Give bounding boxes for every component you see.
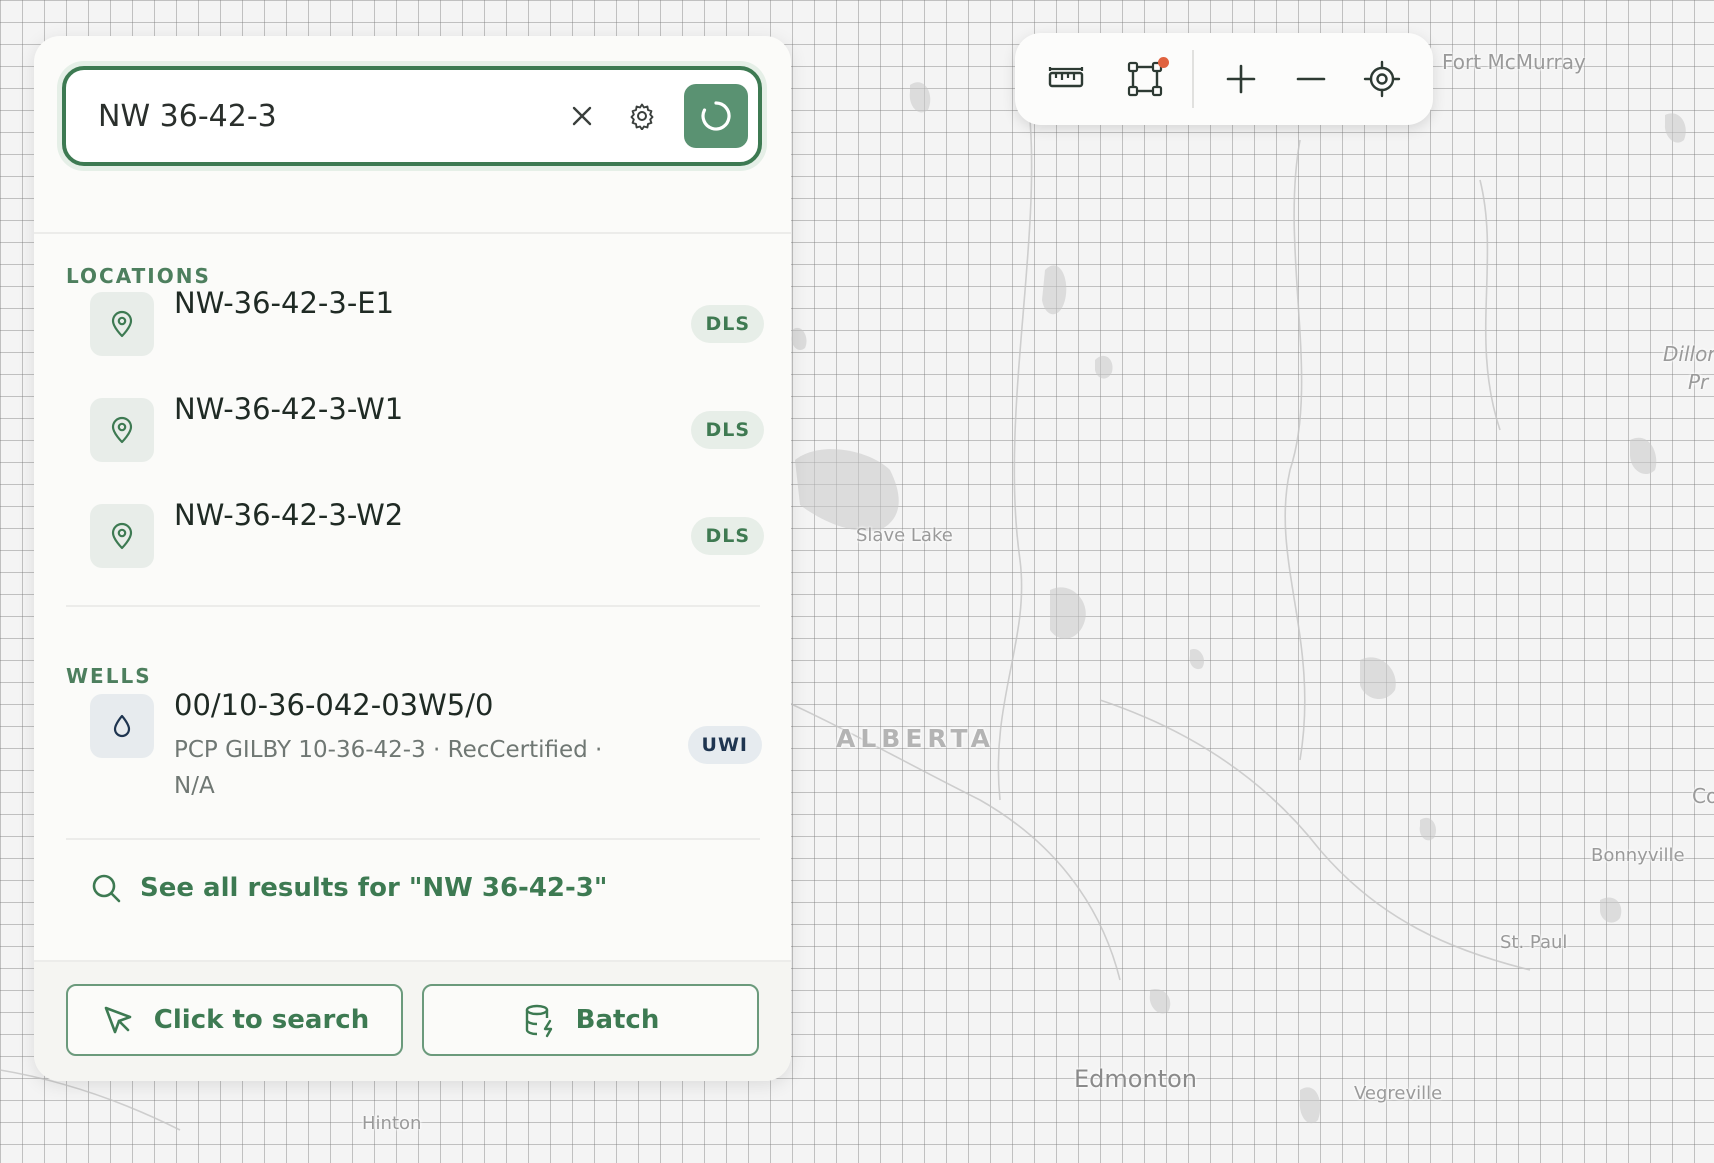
location-result-title: NW-36-42-3-W1 <box>174 392 404 426</box>
section-divider <box>66 605 760 607</box>
zoom-out-button[interactable] <box>1280 47 1342 111</box>
location-type-badge: DLS <box>691 305 764 343</box>
panel-divider <box>34 232 791 234</box>
location-type-badge: DLS <box>691 411 764 449</box>
location-type-badge: DLS <box>691 517 764 555</box>
draw-polygon-button[interactable] <box>1113 47 1175 111</box>
map-label-hinton: Hinton <box>362 1113 422 1134</box>
map-label-st-paul: St. Paul <box>1500 932 1568 953</box>
locate-button[interactable] <box>1351 47 1413 111</box>
database-bolt-icon <box>525 1004 552 1038</box>
search-settings-button[interactable] <box>612 86 672 146</box>
section-divider <box>66 838 760 840</box>
map-label-bonnyville: Bonnyville <box>1591 845 1685 866</box>
location-result-title: NW-36-42-3-W2 <box>174 498 404 532</box>
location-result-3[interactable]: NW-36-42-3-W2 DLS <box>90 498 770 568</box>
map-label-co: Co <box>1692 784 1714 808</box>
map-toolbar <box>1015 33 1433 125</box>
locate-icon <box>1363 60 1400 98</box>
map-label-dillon-pr: Pr <box>1688 370 1709 394</box>
map-label-vegreville: Vegreville <box>1354 1083 1443 1104</box>
well-result-icon <box>90 694 154 758</box>
well-type-badge: UWI <box>687 726 762 764</box>
search-panel: LOCATIONS NW-36-42-3-E1 DLS NW-36-42-3-W… <box>34 36 791 1081</box>
click-to-search-label: Click to search <box>153 1005 370 1035</box>
location-result-icon <box>90 398 154 462</box>
wells-section-title: WELLS <box>66 664 152 688</box>
map-label-edmonton: Edmonton <box>1074 1065 1197 1093</box>
map-pin-icon <box>111 522 133 550</box>
zoom-out-icon <box>1297 77 1326 81</box>
well-result-subtitle: PCP GILBY 10-36-42-3 · RecCertified · N/… <box>174 737 603 799</box>
map-pin-icon <box>111 310 133 338</box>
clear-search-button[interactable] <box>552 86 612 146</box>
search-icon <box>92 874 121 903</box>
locations-section-title: LOCATIONS <box>66 264 211 288</box>
see-all-results-link[interactable]: See all results for "NW 36-42-3" <box>90 872 607 904</box>
map-label-fort-mcmurray: Fort McMurray <box>1442 50 1586 74</box>
search-input[interactable] <box>98 86 552 146</box>
zoom-in-button[interactable] <box>1210 47 1272 111</box>
location-result-title: NW-36-42-3-E1 <box>174 286 395 320</box>
close-icon <box>572 106 592 126</box>
loading-spinner-icon <box>701 101 731 131</box>
panel-footer: Click to search Batch <box>34 960 791 1081</box>
map-label-dillon: Dillon <box>1663 342 1714 366</box>
search-submit-button[interactable] <box>684 84 748 148</box>
ruler-icon <box>1049 67 1084 88</box>
droplet-icon <box>113 714 131 738</box>
notification-dot <box>1157 57 1169 68</box>
gear-icon <box>630 103 654 130</box>
map-label-alberta: ALBERTA <box>836 724 995 753</box>
toolbar-divider <box>1191 50 1194 108</box>
zoom-in-icon <box>1226 64 1256 94</box>
well-result-1[interactable]: 00/10-36-042-03W5/0 PCP GILBY 10-36-42-3… <box>90 688 770 814</box>
location-result-icon <box>90 292 154 356</box>
map-label-slave-lake: Slave Lake <box>856 525 953 546</box>
click-to-search-button[interactable]: Click to search <box>66 984 403 1056</box>
see-all-results-label: See all results for "NW 36-42-3" <box>140 873 608 903</box>
search-bar <box>62 66 762 166</box>
location-result-icon <box>90 504 154 568</box>
measure-button[interactable] <box>1035 47 1097 111</box>
cursor-arrow-icon <box>104 1006 132 1034</box>
batch-label: Batch <box>575 1005 660 1035</box>
map-pin-icon <box>111 416 133 444</box>
location-result-1[interactable]: NW-36-42-3-E1 DLS <box>90 286 770 356</box>
batch-button[interactable]: Batch <box>422 984 759 1056</box>
well-result-title: 00/10-36-042-03W5/0 <box>174 688 494 722</box>
location-result-2[interactable]: NW-36-42-3-W1 DLS <box>90 392 770 462</box>
